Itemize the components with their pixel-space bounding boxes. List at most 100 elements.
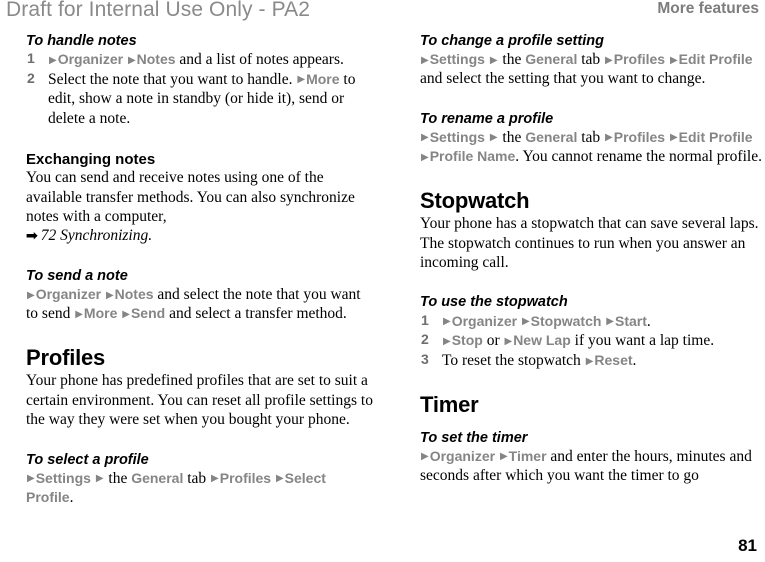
- list-item: 1 ▶Organizer ▶Notes and a list of notes …: [26, 50, 374, 69]
- paragraph-set-timer: ▶Organizer ▶Timer and enter the hours, m…: [420, 447, 765, 486]
- list-item: 2 Select the note that you want to handl…: [26, 70, 374, 128]
- heading-stopwatch: Stopwatch: [420, 187, 530, 213]
- menu-term-general: General: [131, 469, 184, 486]
- menu-arrow-icon: ▶: [49, 54, 57, 66]
- menu-term-settings: Settings: [35, 469, 91, 486]
- heading-to-rename-a-profile: To rename a profile: [420, 110, 554, 127]
- left-column: To handle notes 1 ▶Organizer ▶Notes and …: [26, 33, 374, 507]
- menu-arrow-icon: ▶: [297, 74, 306, 86]
- paragraph-change-profile-setting: ▶Settings ▶ the General tab ▶Profiles ▶E…: [420, 50, 765, 89]
- heading-profiles: Profiles: [26, 344, 106, 370]
- menu-term-profiles: Profiles: [613, 51, 666, 68]
- body-text: the: [104, 469, 132, 487]
- menu-term-notes: Notes: [136, 51, 176, 68]
- step-number: 1: [421, 311, 429, 328]
- menu-term-send: Send: [130, 305, 166, 322]
- step-number: 3: [421, 351, 429, 368]
- draft-watermark: Draft for Internal Use Only - PA2: [6, 0, 311, 21]
- heading-to-set-the-timer: To set the timer: [420, 429, 528, 446]
- menu-arrow-icon: ▶: [27, 473, 35, 485]
- menu-arrow-icon: ▶: [606, 316, 614, 328]
- menu-arrow-icon: ▶: [27, 289, 35, 301]
- body-text: and select a transfer method.: [165, 305, 347, 323]
- menu-arrow-icon: ▶: [122, 308, 130, 320]
- menu-arrow-icon: ▶: [421, 54, 429, 66]
- list-item: 2 ▶Stop or ▶New Lap if you want a lap ti…: [420, 331, 765, 350]
- body-text: . You cannot rename the normal profile.: [515, 148, 762, 166]
- menu-term-settings: Settings: [429, 51, 485, 68]
- menu-arrow-icon: ▶: [275, 473, 284, 485]
- heading-to-change-a-profile-setting: To change a profile setting: [420, 33, 604, 49]
- menu-arrow-icon: ▶: [504, 335, 513, 347]
- menu-term-stopwatch: Stopwatch: [530, 312, 602, 329]
- step-number: 1: [27, 50, 35, 67]
- running-head: More features: [657, 0, 759, 17]
- step-text: or: [482, 332, 504, 350]
- right-column: To change a profile setting ▶Settings ▶ …: [420, 33, 765, 486]
- paragraph-exchanging-notes: You can send and receive notes using one…: [26, 169, 355, 226]
- menu-arrow-icon: ▶: [489, 132, 498, 144]
- menu-term-organizer: Organizer: [57, 51, 124, 68]
- menu-term-organizer: Organizer: [451, 312, 518, 329]
- page-number: 81: [738, 536, 757, 555]
- paragraph-stopwatch: Your phone has a stopwatch that can save…: [420, 215, 759, 272]
- menu-arrow-icon: ▶: [421, 451, 429, 463]
- menu-arrow-icon: ▶: [95, 473, 104, 485]
- xref-arrow-icon: ➡: [25, 228, 39, 245]
- menu-term-settings: Settings: [429, 128, 485, 145]
- menu-arrow-icon: ▶: [443, 335, 451, 347]
- step-number: 2: [421, 331, 429, 348]
- menu-arrow-icon: ▶: [669, 54, 678, 66]
- menu-term-notes: Notes: [114, 286, 154, 303]
- heading-to-handle-notes: To handle notes: [26, 33, 137, 49]
- steps-use-stopwatch: 1 ▶Organizer ▶Stopwatch ▶Start. 2 ▶Stop …: [420, 312, 765, 371]
- menu-term-reset: Reset: [594, 352, 633, 369]
- body-text: and select the setting that you want to …: [420, 70, 706, 88]
- menu-arrow-icon: ▶: [499, 451, 508, 463]
- body-text: the: [498, 128, 526, 146]
- heading-timer: Timer: [420, 392, 479, 418]
- menu-arrow-icon: ▶: [421, 132, 429, 144]
- step-text: Select the note that you want to handle.: [48, 70, 293, 88]
- heading-exchanging-notes: Exchanging notes: [26, 150, 156, 168]
- menu-term-general: General: [525, 51, 578, 68]
- menu-term-organizer: Organizer: [429, 447, 496, 464]
- menu-term-profiles: Profiles: [613, 128, 666, 145]
- menu-term-start: Start: [615, 312, 647, 329]
- menu-arrow-icon: ▶: [521, 316, 530, 328]
- menu-term-more: More: [83, 305, 118, 322]
- body-text: tab: [577, 51, 605, 69]
- menu-term-profile-name: Profile Name: [429, 148, 516, 165]
- paragraph-select-profile: ▶Settings ▶ the General tab ▶Profiles ▶S…: [26, 469, 374, 508]
- menu-arrow-icon: ▶: [605, 132, 613, 144]
- cross-reference-synchronizing: ➡ 72 Synchronizing.: [26, 226, 374, 246]
- step-text: .: [646, 312, 651, 330]
- menu-term-edit-profile: Edit Profile: [678, 51, 753, 68]
- step-text: .: [632, 352, 637, 370]
- menu-term-new-lap: New Lap: [513, 332, 571, 349]
- body-text: .: [69, 489, 74, 507]
- menu-arrow-icon: ▶: [585, 355, 594, 367]
- menu-term-edit-profile: Edit Profile: [678, 128, 753, 145]
- step-number: 2: [27, 69, 35, 86]
- paragraph-send-note: ▶Organizer ▶Notes and select the note th…: [26, 285, 374, 324]
- steps-handle-notes: 1 ▶Organizer ▶Notes and a list of notes …: [26, 50, 374, 128]
- menu-term-organizer: Organizer: [35, 286, 102, 303]
- body-text: the: [498, 51, 526, 69]
- menu-arrow-icon: ▶: [75, 308, 83, 320]
- menu-arrow-icon: ▶: [421, 151, 429, 163]
- menu-arrow-icon: ▶: [443, 316, 451, 328]
- menu-term-timer: Timer: [508, 447, 547, 464]
- cross-reference-label: 72 Synchronizing.: [40, 227, 153, 245]
- menu-arrow-icon: ▶: [605, 54, 613, 66]
- paragraph-rename-profile: ▶Settings ▶ the General tab ▶Profiles ▶E…: [420, 128, 765, 167]
- step-text: To reset the stopwatch: [442, 352, 585, 370]
- body-text: tab: [577, 128, 605, 146]
